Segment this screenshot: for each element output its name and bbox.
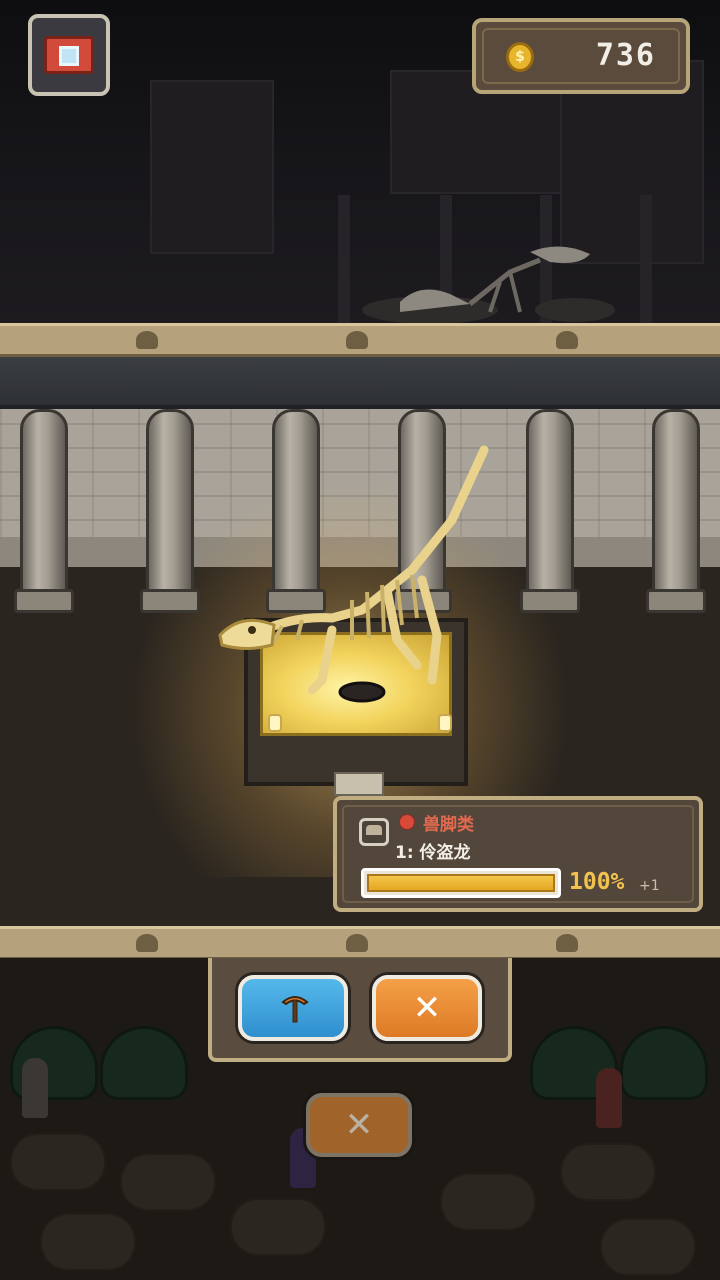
completion-progress-fill: [367, 874, 555, 892]
excavate-button[interactable]: [238, 975, 348, 1041]
fossil-info-panel: 兽脚类 1: 伶盗龙 100% +1: [333, 796, 703, 912]
completion-bonus: +1: [639, 878, 660, 894]
fossil-category: 兽脚类: [423, 815, 474, 835]
fossil-name: 1: 伶盗龙: [395, 843, 471, 863]
close-button[interactable]: ✕: [372, 975, 482, 1041]
velociraptor-skeleton[interactable]: [212, 440, 502, 720]
category-dot-icon: [399, 814, 415, 830]
back-close-button[interactable]: ✕: [306, 1093, 412, 1157]
close-icon: ✕: [412, 988, 442, 1028]
completion-progress-bar: [361, 868, 561, 898]
coin-amount: 736: [595, 38, 656, 73]
close-icon: ✕: [344, 1105, 374, 1145]
coin-counter: $ 736: [472, 18, 690, 94]
frame-rail-top: [0, 323, 720, 357]
completion-percent: 100%: [569, 869, 625, 895]
exhibit-plaque: [334, 772, 384, 796]
camera-button[interactable]: [28, 14, 110, 96]
pickaxe-icon: [281, 996, 309, 1023]
camera-icon: [44, 36, 94, 74]
fossil-icon: [359, 818, 389, 846]
coin-icon: $: [506, 42, 534, 72]
background-skeleton-exhibit: [362, 246, 615, 324]
frame-rail-bottom: [0, 926, 720, 960]
